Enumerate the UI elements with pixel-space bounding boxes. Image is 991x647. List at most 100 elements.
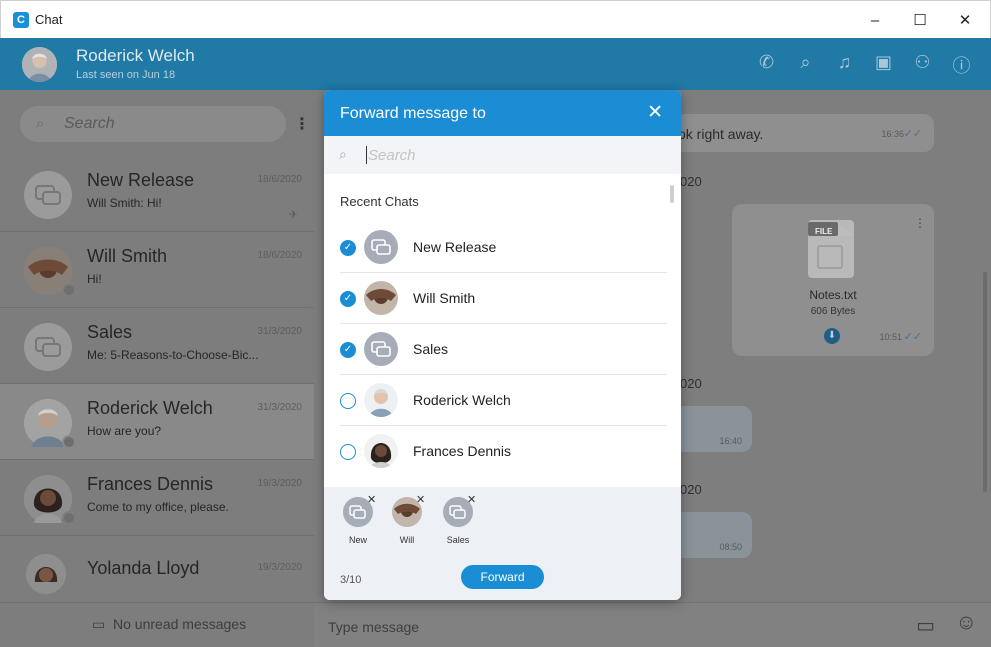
message-time: 08:50 xyxy=(719,542,742,552)
chat-name: Roderick Welch xyxy=(87,398,213,418)
checkbox-unchecked[interactable] xyxy=(340,393,356,409)
contact-card-icon[interactable]: ▣ xyxy=(864,52,903,78)
file-name: Notes.txt xyxy=(809,288,857,302)
chat-item-new-release[interactable]: New Release Will Smith: Hi! 18/6/2020 ✈ xyxy=(0,156,314,232)
recent-chat-row[interactable]: ✓ Sales xyxy=(324,324,667,375)
checkbox-checked[interactable]: ✓ xyxy=(340,342,356,358)
chat-item-will-smith[interactable]: Will Smith Hi! 18/6/2020 xyxy=(0,232,314,308)
recent-chat-row[interactable]: Roderick Welch xyxy=(324,375,667,426)
forward-button[interactable]: Forward xyxy=(461,565,544,589)
search-icon: ⌕ xyxy=(36,115,45,132)
checkbox-unchecked[interactable] xyxy=(340,444,356,460)
chat-item-yolanda-lloyd[interactable]: Yolanda Lloyd 19/3/2020 xyxy=(0,536,314,602)
recipient-name: New Release xyxy=(413,239,497,255)
message-text: ok right away. xyxy=(678,126,764,142)
message-time: 10:51 xyxy=(879,332,902,342)
chat-item-roderick-welch[interactable]: Roderick Welch How are you? 31/3/2020 xyxy=(0,384,314,460)
maximize-button[interactable]: ☐ xyxy=(898,7,942,35)
more-options-icon[interactable]: ⋮ xyxy=(914,216,926,230)
user-avatar xyxy=(364,383,398,417)
date-separator: 020 xyxy=(680,376,702,391)
sidebar-search-input[interactable]: ⌕ Search xyxy=(20,106,286,142)
recipient-name: Frances Dennis xyxy=(413,443,512,459)
chip-label: New xyxy=(348,535,367,545)
remove-icon[interactable]: ✕ xyxy=(467,493,476,506)
contact-avatar[interactable] xyxy=(22,47,57,82)
checkbox-checked[interactable]: ✓ xyxy=(340,291,356,307)
message-time: 16:40 xyxy=(719,436,742,446)
contact-name[interactable]: Roderick Welch xyxy=(76,46,195,66)
message-bubble[interactable]: ok right away. 16:36 ✓✓ xyxy=(674,114,934,152)
chat-name: Will Smith xyxy=(87,246,167,266)
message-time: 16:36 xyxy=(881,129,904,139)
chat-date: 31/3/2020 xyxy=(257,402,303,413)
chat-item-frances-dennis[interactable]: Frances Dennis Come to my office, please… xyxy=(0,460,314,536)
chat-name: New Release xyxy=(87,170,195,190)
close-window-button[interactable]: ✕ xyxy=(943,7,987,35)
unread-label: No unread messages xyxy=(113,616,247,632)
chat-item-sales[interactable]: Sales Me: 5-Reasons-to-Choose-Bic... 31/… xyxy=(0,308,314,384)
selected-recipients-panel: ✕ New ✕ Will ✕ Sales 3/10 Forward xyxy=(324,487,681,600)
recent-chat-row[interactable]: Frances Dennis xyxy=(324,426,667,477)
recent-chat-row[interactable]: ✓ New Release xyxy=(324,222,667,273)
chat-date: 31/3/2020 xyxy=(257,326,303,337)
remove-icon[interactable]: ✕ xyxy=(367,493,376,506)
divider xyxy=(0,602,314,603)
chat-list-sidebar: ⌕ Search ⋮ New Release Will Smith: Hi! 1… xyxy=(0,90,314,647)
conversation-scrollbar[interactable] xyxy=(983,272,987,492)
search-icon[interactable]: ⌕ xyxy=(786,52,825,78)
app-logo-icon: C xyxy=(13,12,29,28)
user-avatar xyxy=(26,554,66,594)
read-checkmark-icon: ✓✓ xyxy=(903,128,922,140)
group-avatar-icon xyxy=(24,323,72,371)
window-title: Chat xyxy=(35,12,63,27)
unread-filter[interactable]: ▭ No unread messages xyxy=(92,616,246,633)
chat-date: 18/6/2020 xyxy=(257,250,303,261)
offline-status-dot xyxy=(62,435,76,449)
emoji-icon[interactable]: ☺ xyxy=(956,611,977,635)
title-bar: C Chat – ☐ ✕ xyxy=(0,0,991,38)
chip-label: Will xyxy=(399,535,415,545)
message-bubble[interactable]: 08:50 xyxy=(674,512,752,558)
search-placeholder: Search xyxy=(368,147,416,164)
offline-status-dot xyxy=(62,511,76,525)
date-separator: 020 xyxy=(680,482,702,497)
chat-bubble-icon: ▭ xyxy=(92,616,106,632)
checkbox-checked[interactable]: ✓ xyxy=(340,240,356,256)
download-icon[interactable]: ⬇ xyxy=(824,328,840,344)
more-options-icon[interactable]: ⋮ xyxy=(294,114,310,134)
recipient-name: Sales xyxy=(413,341,449,357)
chat-last-message: Will Smith: Hi! xyxy=(87,196,162,210)
search-icon: ⌕ xyxy=(339,146,347,162)
info-icon[interactable]: ⓘ xyxy=(942,52,981,78)
dialog-header: Forward message to ✕ xyxy=(324,90,681,136)
phone-icon[interactable]: ✆ xyxy=(747,52,786,78)
user-avatar xyxy=(364,434,398,468)
folder-icon[interactable]: ▭ xyxy=(916,613,935,638)
message-bubble[interactable]: 16:40 xyxy=(674,406,752,452)
add-user-icon[interactable]: ⚇ xyxy=(903,52,942,78)
file-size: 606 Bytes xyxy=(810,306,856,317)
recipient-name: Will Smith xyxy=(413,290,476,306)
chat-last-message: Come to my office, please. xyxy=(87,500,229,514)
remove-icon[interactable]: ✕ xyxy=(416,493,425,506)
bell-icon[interactable]: ♫ xyxy=(825,52,864,78)
chat-name: Yolanda Lloyd xyxy=(87,558,200,578)
dialog-title: Forward message to xyxy=(340,105,486,122)
file-message[interactable]: ⋮ FILE Notes.txt 606 Bytes ⬇ 10:51 ✓✓ xyxy=(732,204,934,356)
recent-chat-row[interactable]: ✓ Will Smith xyxy=(324,273,667,324)
text-cursor xyxy=(366,146,367,164)
dialog-search-input[interactable]: ⌕ Search xyxy=(324,136,681,174)
message-input[interactable]: Type message ▭ ☺ xyxy=(314,602,991,647)
group-avatar-icon xyxy=(364,332,398,366)
user-avatar xyxy=(364,281,398,315)
dialog-scrollbar[interactable] xyxy=(670,185,674,203)
selection-count: 3/10 xyxy=(340,574,362,586)
read-checkmark-icon: ✓✓ xyxy=(903,331,922,343)
chat-name: Sales xyxy=(87,322,133,342)
minimize-button[interactable]: – xyxy=(853,7,897,35)
close-icon[interactable]: ✕ xyxy=(647,101,663,124)
chat-date: 19/3/2020 xyxy=(257,562,303,573)
chat-last-message: Hi! xyxy=(87,272,102,286)
chat-date: 18/6/2020 xyxy=(257,174,303,185)
